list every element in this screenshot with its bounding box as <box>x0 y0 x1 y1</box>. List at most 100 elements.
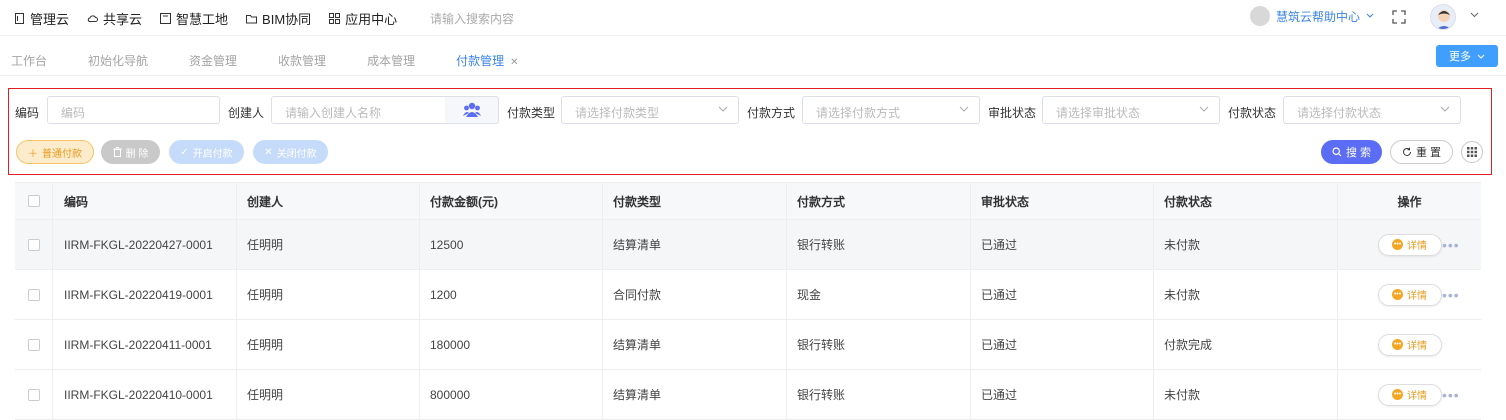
doc-icon <box>15 13 24 24</box>
row-checkbox[interactable] <box>27 388 40 401</box>
header-creator[interactable]: 创建人 <box>237 183 420 219</box>
more-dots-icon: ••• <box>1392 289 1403 300</box>
chevron-down-icon <box>1440 106 1450 112</box>
close-payment-button[interactable]: ✕ 关闭付款 <box>253 140 328 164</box>
topnav-label: 管理云 <box>30 12 70 27</box>
paymethod-label: 付款方式 <box>747 106 796 120</box>
creator-placeholder: 请输入创建人名称 <box>285 106 382 120</box>
paymethod-placeholder: 请选择付款方式 <box>816 106 901 120</box>
avatar[interactable] <box>1430 4 1456 30</box>
paytype-label: 付款类型 <box>507 106 556 120</box>
approval-select[interactable]: 请选择审批状态 <box>1042 96 1220 124</box>
close-label: 关闭付款 <box>276 148 317 160</box>
filter-panel: 编码 编码 创建人 请输入创建人名称 付款类型 请选择付款类型 付款方式 请选择… <box>8 88 1492 175</box>
row-checkbox[interactable] <box>27 238 40 251</box>
fullscreen-icon[interactable] <box>1392 10 1406 24</box>
table-row[interactable]: IIRM-FKGL-20220427-0001 任明明 12500 结算清单 银行转账已… <box>15 220 1481 270</box>
tab-workbench[interactable]: 工作台 <box>11 52 47 69</box>
global-search-input[interactable]: 请输入搜索内容 <box>430 10 514 27</box>
header-actions: 操作 <box>1397 194 1422 209</box>
more-dots-icon: ••• <box>1392 339 1403 350</box>
paytype-select[interactable]: 请选择付款类型 <box>561 96 739 124</box>
reset-button[interactable]: 重 置 <box>1390 140 1453 164</box>
check-icon: ✓ <box>180 146 189 158</box>
header-type[interactable]: 付款类型 <box>603 183 787 219</box>
creator-input[interactable]: 请输入创建人名称 <box>271 96 446 124</box>
paytype-placeholder: 请选择付款类型 <box>575 106 660 120</box>
user-avatar-icon <box>1437 10 1451 29</box>
cell-approval: 已通过 <box>971 270 1154 319</box>
tab-payment-management[interactable]: 付款管理 ✕ <box>456 52 518 69</box>
row-checkbox[interactable] <box>27 288 40 301</box>
header-amount[interactable]: 付款金额(元) <box>420 183 603 219</box>
chevron-down-icon <box>1366 13 1374 18</box>
detail-button[interactable]: ••• 详情 <box>1377 283 1442 306</box>
ellipsis-icon[interactable]: ••• <box>1442 237 1460 253</box>
help-center-link[interactable]: 慧筑云帮助中心 <box>1250 6 1374 26</box>
topnav-app-center[interactable]: 应用中心 <box>329 9 397 28</box>
actions-cell: ••• 详情 ••• <box>1338 220 1481 269</box>
detail-label: 详情 <box>1407 291 1427 302</box>
chevron-down-icon <box>959 106 969 112</box>
tab-init-nav[interactable]: 初始化导航 <box>88 52 148 69</box>
tab-fund-management[interactable]: 资金管理 <box>189 52 237 69</box>
paymethod-select[interactable]: 请选择付款方式 <box>802 96 980 124</box>
grid-icon <box>1467 147 1477 157</box>
more-dots-icon: ••• <box>1392 389 1403 400</box>
ellipsis-icon[interactable]: ••• <box>1442 387 1460 403</box>
chevron-down-icon <box>1477 54 1485 59</box>
tab-receipt-management[interactable]: 收款管理 <box>278 52 326 69</box>
add-payment-button[interactable]: ＋ 普通付款 <box>16 140 94 164</box>
more-button[interactable]: 更多 <box>1436 45 1498 67</box>
select-all-checkbox[interactable] <box>27 195 40 207</box>
actions-cell: ••• 详情 ••• <box>1338 370 1481 419</box>
detail-button[interactable]: ••• 详情 <box>1377 333 1442 356</box>
header-approval[interactable]: 审批状态 <box>971 183 1154 219</box>
column-settings-button[interactable] <box>1461 141 1483 163</box>
topnav-label: BIM协同 <box>262 12 312 27</box>
table-body: IIRM-FKGL-20220427-0001 任明明 12500 结算清单 银行转账已… <box>15 220 1481 420</box>
select-cell <box>15 370 53 419</box>
cell-approval: 已通过 <box>971 220 1154 269</box>
topnav-shared-cloud[interactable]: 共享云 <box>87 9 142 28</box>
tab-cost-management[interactable]: 成本管理 <box>367 52 415 69</box>
open-payment-button[interactable]: ✓ 开启付款 <box>169 140 244 164</box>
detail-button[interactable]: ••• 详情 <box>1377 383 1442 406</box>
topnav-label: 共享云 <box>103 12 143 27</box>
topnav-bim[interactable]: BIM协同 <box>246 9 311 28</box>
close-icon[interactable]: ✕ <box>510 57 518 68</box>
cell-type: 结算清单 <box>603 370 787 419</box>
table-row[interactable]: IIRM-FKGL-20220419-0001 任明明 1200 合同付款 现金 已通过未… <box>15 270 1481 320</box>
table-row[interactable]: IIRM-FKGL-20220411-0001 任明明 180000 结算清单 银行转账… <box>15 320 1481 370</box>
cell-status: 未付款 <box>1154 220 1338 269</box>
table-row[interactable]: IIRM-FKGL-20220410-0001 任明明 800000 结算清单 银行转账… <box>15 370 1481 420</box>
search-icon <box>1332 147 1342 157</box>
cell-method: 银行转账 <box>787 320 971 369</box>
topnav-smart-site[interactable]: 智慧工地 <box>160 9 228 28</box>
cloud-icon <box>87 15 98 22</box>
ellipsis-icon[interactable]: ••• <box>1442 287 1460 303</box>
chevron-down-icon[interactable] <box>1470 12 1479 18</box>
table-header: 编码 创建人 付款金额(元) 付款类型 付款方式 审批状态 付款状态 操作 <box>15 183 1481 220</box>
delete-button[interactable]: 删 除 <box>101 140 160 164</box>
cell-code: IIRM-FKGL-20220411-0001 <box>53 320 237 369</box>
cell-amount: 800000 <box>420 370 603 419</box>
actions-cell: ••• 详情 ••• <box>1338 270 1481 319</box>
paystatus-placeholder: 请选择付款状态 <box>1297 106 1382 120</box>
user-picker-button[interactable] <box>445 96 499 124</box>
code-input[interactable]: 编码 <box>47 96 220 124</box>
row-checkbox[interactable] <box>27 338 40 351</box>
paystatus-select[interactable]: 请选择付款状态 <box>1283 96 1461 124</box>
header-status[interactable]: 付款状态 <box>1154 183 1338 219</box>
detail-button[interactable]: ••• 详情 <box>1377 233 1442 256</box>
cell-amount: 12500 <box>420 220 603 269</box>
topnav-management-cloud[interactable]: 管理云 <box>14 9 69 28</box>
select-cell <box>15 320 53 369</box>
header-method[interactable]: 付款方式 <box>787 183 971 219</box>
code-placeholder: 编码 <box>61 106 86 120</box>
trash-icon <box>112 147 122 157</box>
cell-creator: 任明明 <box>237 320 420 369</box>
more-dots-icon: ••• <box>1392 239 1403 250</box>
search-button[interactable]: 搜 索 <box>1321 140 1382 164</box>
header-code[interactable]: 编码 <box>53 183 237 219</box>
